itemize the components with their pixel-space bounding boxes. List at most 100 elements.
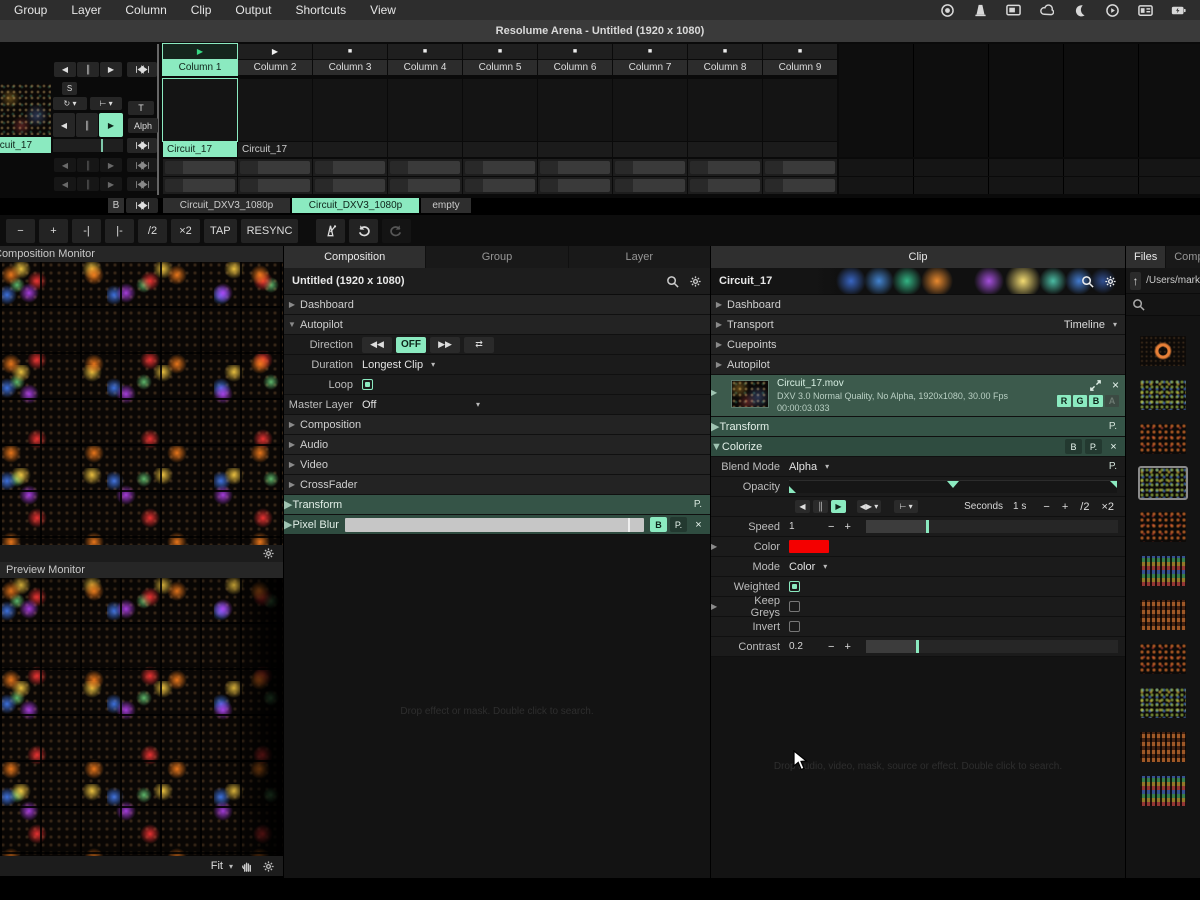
search-icon[interactable]	[1081, 275, 1094, 288]
clip-section-cuepoints[interactable]: ▶Cuepoints	[711, 335, 1125, 355]
empty-slot[interactable]	[688, 177, 762, 194]
hand-pan-icon[interactable]	[241, 860, 254, 873]
menu-item-view[interactable]: View	[370, 3, 396, 17]
blend-mode-dropdown[interactable]: Alpha▾	[789, 461, 829, 473]
deck-tab-1[interactable]: Circuit_DXV3_1080p	[163, 198, 290, 213]
file-thumbnail[interactable]	[1140, 556, 1186, 586]
layer2-play-button[interactable]: ▶	[99, 113, 123, 137]
clip-4-label[interactable]	[388, 142, 462, 157]
column-3-header[interactable]: ■Column 3	[313, 44, 387, 75]
direction-random-button[interactable]: ⇄	[464, 337, 494, 353]
empty-slot[interactable]	[163, 177, 237, 194]
layer3-pause-button[interactable]: ║	[77, 62, 99, 77]
comp-section-transform[interactable]: ▶TransformP.	[284, 495, 710, 515]
master-layer-dropdown[interactable]: Off▾	[362, 399, 710, 411]
column-9-header[interactable]: ■Column 9	[763, 44, 837, 75]
menu-item-shortcuts[interactable]: Shortcuts	[295, 3, 346, 17]
direction-off-button[interactable]: OFF	[396, 337, 426, 353]
contrast-minus-button[interactable]: −	[823, 641, 839, 653]
clip-cell-6[interactable]	[538, 79, 612, 141]
menu-item-clip[interactable]: Clip	[191, 3, 212, 17]
file-thumbnail[interactable]	[1140, 380, 1186, 410]
channel-g-button[interactable]: G	[1073, 395, 1087, 407]
column-7-stop-icon[interactable]: ■	[613, 44, 687, 59]
empty-slot[interactable]	[613, 177, 687, 194]
channel-a-button[interactable]: A	[1105, 395, 1119, 407]
vlc-cone-icon[interactable]	[973, 4, 988, 17]
layer3-skip-buttons[interactable]	[127, 62, 157, 77]
layer2-fadermode-dropdown[interactable]: ⊢ ▾	[90, 97, 122, 110]
empty-slot[interactable]	[538, 177, 612, 194]
gear-icon[interactable]	[262, 860, 275, 873]
column-5-header[interactable]: ■Column 5	[463, 44, 537, 75]
transform-param-button[interactable]: P.	[694, 499, 710, 510]
expand-icon[interactable]	[1089, 379, 1102, 392]
speed-slider[interactable]	[866, 520, 1118, 533]
layer2-clip-label[interactable]: Circuit_17	[0, 137, 51, 153]
deck-tab-empty[interactable]: empty	[421, 198, 471, 213]
column-6-stop-icon[interactable]: ■	[538, 44, 612, 59]
metronome-button[interactable]	[316, 219, 345, 243]
deck-beat-button[interactable]: B	[108, 198, 124, 213]
empty-slot[interactable]	[163, 159, 237, 176]
clip-cell-2[interactable]	[238, 79, 312, 141]
clip-2-label[interactable]: Circuit_17	[238, 142, 312, 157]
direction-forward-button[interactable]: ▶▶	[430, 337, 460, 353]
layer2-opacity-slider[interactable]	[53, 139, 123, 152]
duration-minus-button[interactable]: −	[1038, 501, 1054, 513]
clip-7-label[interactable]	[613, 142, 687, 157]
column-2-play-icon[interactable]: ▶	[238, 44, 312, 59]
bpm-double-button[interactable]: ×2	[171, 219, 200, 243]
colorize-bypass-button[interactable]: B	[1065, 439, 1082, 454]
clip-cell-7[interactable]	[613, 79, 687, 141]
pixel-blur-bypass-button[interactable]: B	[650, 517, 667, 532]
layer3-play-button[interactable]: ▶	[100, 62, 122, 77]
weighted-checkbox[interactable]	[789, 581, 800, 592]
gear-icon[interactable]	[262, 547, 275, 560]
record-icon[interactable]	[940, 4, 955, 17]
file-thumbnail[interactable]	[1140, 512, 1186, 542]
seconds-value[interactable]: 1 s	[1013, 501, 1026, 512]
bpm-half-button[interactable]: /2	[138, 219, 167, 243]
pixel-blur-slider[interactable]	[345, 518, 644, 532]
layer0-skip-buttons[interactable]	[127, 177, 157, 191]
clip-section-colorize[interactable]: ▼Colorize B P. ×	[711, 437, 1125, 457]
clip-5-label[interactable]	[463, 142, 537, 157]
card-icon[interactable]	[1138, 4, 1153, 17]
clip-pause-button[interactable]: ║	[813, 500, 828, 513]
empty-slot[interactable]	[463, 159, 537, 176]
empty-slot[interactable]	[688, 159, 762, 176]
column-6-header[interactable]: ■Column 6	[538, 44, 612, 75]
comp-section-autopilot[interactable]: ▼Autopilot	[284, 315, 710, 335]
column-4-header[interactable]: ■Column 4	[388, 44, 462, 75]
layer2-skip-buttons[interactable]	[127, 138, 157, 153]
column-4-stop-icon[interactable]: ■	[388, 44, 462, 59]
transport-mode-dropdown[interactable]: Timeline▾	[1064, 319, 1125, 331]
file-thumbnail[interactable]	[1140, 688, 1186, 718]
duration-plus-button[interactable]: +	[1057, 501, 1073, 513]
file-thumbnail[interactable]	[1140, 424, 1186, 454]
empty-slot[interactable]	[613, 159, 687, 176]
file-thumbnail[interactable]	[1140, 776, 1186, 806]
bpm-nudge-back-button[interactable]: -|	[72, 219, 101, 243]
duration-double-button[interactable]: ×2	[1096, 501, 1119, 513]
bpm-nudge-forward-button[interactable]: |-	[105, 219, 134, 243]
column-9-stop-icon[interactable]: ■	[763, 44, 837, 59]
empty-slot[interactable]	[763, 159, 837, 176]
gear-icon[interactable]	[689, 275, 702, 288]
menu-item-group[interactable]: Group	[14, 3, 47, 17]
clip-3-label[interactable]	[313, 142, 387, 157]
tab-files[interactable]: Files	[1126, 246, 1165, 268]
search-icon[interactable]	[666, 275, 679, 288]
creative-cloud-icon[interactable]	[1039, 4, 1054, 17]
redo-button[interactable]	[382, 219, 411, 243]
opacity-slider[interactable]	[789, 480, 1117, 493]
menu-item-output[interactable]: Output	[235, 3, 271, 17]
duration-dropdown[interactable]: Longest Clip▾	[362, 359, 435, 371]
speed-minus-button[interactable]: −	[823, 521, 839, 533]
deck-tab-2[interactable]: Circuit_DXV3_1080p	[292, 198, 419, 213]
column-5-stop-icon[interactable]: ■	[463, 44, 537, 59]
battery-icon[interactable]	[1171, 4, 1186, 17]
comp-section-audio[interactable]: ▶Audio	[284, 435, 710, 455]
clip-8-label[interactable]	[688, 142, 762, 157]
